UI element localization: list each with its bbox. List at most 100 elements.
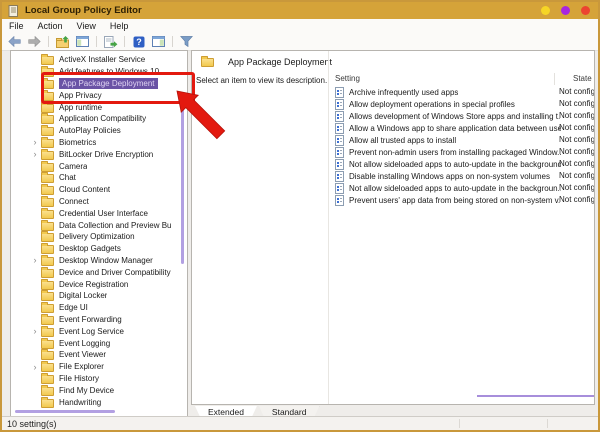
show-action-pane-icon[interactable] xyxy=(151,35,166,49)
folder-icon xyxy=(41,281,54,290)
tree-item[interactable]: › Event Logging xyxy=(11,337,181,349)
help-icon[interactable]: ? xyxy=(131,35,146,49)
setting-row[interactable]: Allows development of Windows Store apps… xyxy=(329,110,594,122)
tree-item-label: Event Log Service xyxy=(59,327,124,336)
tree-item[interactable]: › Data Collection and Preview Bu xyxy=(11,219,181,231)
tree-item[interactable]: › Device and Driver Compatibility xyxy=(11,266,181,278)
folder-icon xyxy=(41,151,54,160)
tree-item[interactable]: › App Package Deployment xyxy=(11,78,181,90)
tree-item[interactable]: › App Privacy xyxy=(11,89,181,101)
setting-name: Archive infrequently used apps xyxy=(349,88,458,97)
tree-item[interactable]: › Connect xyxy=(11,196,181,208)
local-group-policy-editor-window: Local Group Policy Editor File Action View… xyxy=(0,0,600,432)
up-one-level-icon[interactable] xyxy=(55,35,70,49)
setting-row[interactable]: Allow all trusted apps to install Not co… xyxy=(329,134,594,146)
setting-row[interactable]: Archive infrequently used apps Not confi… xyxy=(329,86,594,98)
tree-item-label: Credential User Interface xyxy=(59,209,148,218)
tree-item[interactable]: › Delivery Optimization xyxy=(11,231,181,243)
forward-icon[interactable] xyxy=(27,35,42,49)
tree-item[interactable]: › Find My Device xyxy=(11,384,181,396)
tree-item[interactable]: › Desktop Window Manager xyxy=(11,255,181,267)
filter-icon[interactable] xyxy=(179,35,194,49)
chevron-right-icon[interactable]: › xyxy=(29,150,41,158)
tree-item-label: Find My Device xyxy=(59,386,114,395)
minimize-button[interactable] xyxy=(541,6,550,15)
tree-item[interactable]: › Edge UI xyxy=(11,302,181,314)
setting-name: Prevent users' app data from being store… xyxy=(349,196,561,205)
setting-state: Not configured xyxy=(559,146,594,158)
folder-icon xyxy=(41,316,54,325)
tree-item[interactable]: › Add features to Windows 10 xyxy=(11,66,181,78)
tree-item[interactable]: › Event Forwarding xyxy=(11,314,181,326)
tree-item[interactable]: › Cloud Content xyxy=(11,184,181,196)
setting-name: Not allow sideloaded apps to auto-update… xyxy=(349,160,561,169)
tree-item-label: File History xyxy=(59,374,99,383)
maximize-button[interactable] xyxy=(561,6,570,15)
policy-setting-icon xyxy=(335,111,344,122)
tree-item-label: Desktop Gadgets xyxy=(59,244,121,253)
tree-item[interactable]: › Application Compatibility xyxy=(11,113,181,125)
setting-row[interactable]: Not allow sideloaded apps to auto-update… xyxy=(329,158,594,170)
tree-item[interactable]: › BitLocker Drive Encryption xyxy=(11,148,181,160)
folder-icon xyxy=(41,363,54,372)
show-console-tree-icon[interactable] xyxy=(75,35,90,49)
column-header-state[interactable]: State xyxy=(573,74,592,83)
list-horizontal-scrollbar-thumb[interactable] xyxy=(477,395,594,398)
setting-row[interactable]: Prevent users' app data from being store… xyxy=(329,194,594,206)
chevron-right-icon[interactable]: › xyxy=(29,363,41,371)
setting-state: Not configured xyxy=(559,122,594,134)
tree-vertical-scrollbar-thumb[interactable] xyxy=(181,108,184,264)
column-header-setting[interactable]: Setting xyxy=(335,74,360,83)
titlebar: Local Group Policy Editor xyxy=(2,2,598,19)
menu-item[interactable]: View xyxy=(77,21,96,31)
menu-item[interactable]: Action xyxy=(38,21,63,31)
svg-text:?: ? xyxy=(136,37,142,47)
tree-item[interactable]: › Event Viewer xyxy=(11,349,181,361)
folder-icon xyxy=(41,92,54,101)
tree-item[interactable]: › File Explorer xyxy=(11,361,181,373)
setting-state: Not configured xyxy=(559,134,594,146)
close-button[interactable] xyxy=(581,6,590,15)
tree-item[interactable]: › Device Registration xyxy=(11,278,181,290)
folder-icon xyxy=(41,292,54,301)
setting-name: Allows development of Windows Store apps… xyxy=(349,112,561,121)
tree-item[interactable]: › Digital Locker xyxy=(11,290,181,302)
setting-state: Not configured xyxy=(559,110,594,122)
tree-item-label: Desktop Window Manager xyxy=(59,256,153,265)
tree-item-label: Digital Locker xyxy=(59,291,107,300)
folder-icon xyxy=(41,56,54,65)
back-icon[interactable] xyxy=(7,35,22,49)
folder-icon xyxy=(41,210,54,219)
folder-icon xyxy=(41,245,54,254)
tree-item[interactable]: › AutoPlay Policies xyxy=(11,125,181,137)
setting-row[interactable]: Not allow sideloaded apps to auto-update… xyxy=(329,182,594,194)
menu-item[interactable]: File xyxy=(9,21,24,31)
setting-state: Not configured xyxy=(559,86,594,98)
tree-item[interactable]: › Credential User Interface xyxy=(11,207,181,219)
tree-item[interactable]: › App runtime xyxy=(11,101,181,113)
menu-item[interactable]: Help xyxy=(110,21,129,31)
setting-row[interactable]: Disable installing Windows apps on non-s… xyxy=(329,170,594,182)
chevron-right-icon[interactable]: › xyxy=(29,327,41,335)
menubar: File Action View Help xyxy=(2,19,598,33)
tree-horizontal-scrollbar-thumb[interactable] xyxy=(15,410,115,413)
tree-item[interactable]: › ActiveX Installer Service xyxy=(11,54,181,66)
tree-item[interactable]: › Chat xyxy=(11,172,181,184)
folder-icon xyxy=(41,222,54,231)
setting-row[interactable]: Allow deployment operations in special p… xyxy=(329,98,594,110)
setting-row[interactable]: Prevent non-admin users from installing … xyxy=(329,146,594,158)
tree-item[interactable]: › Desktop Gadgets xyxy=(11,243,181,255)
chevron-right-icon[interactable]: › xyxy=(29,138,41,146)
folder-icon xyxy=(41,127,54,136)
export-list-icon[interactable] xyxy=(103,35,118,49)
tree-item[interactable]: › Camera xyxy=(11,160,181,172)
tree-item[interactable]: › Event Log Service xyxy=(11,325,181,337)
tree-item[interactable]: › File History xyxy=(11,373,181,385)
column-divider[interactable] xyxy=(554,73,555,85)
chevron-right-icon[interactable]: › xyxy=(29,256,41,264)
tree-item[interactable]: › Biometrics xyxy=(11,137,181,149)
folder-icon xyxy=(41,340,54,349)
tree-item[interactable]: › Handwriting xyxy=(11,396,181,408)
window-title: Local Group Policy Editor xyxy=(25,5,142,16)
setting-row[interactable]: Allow a Windows app to share application… xyxy=(329,122,594,134)
